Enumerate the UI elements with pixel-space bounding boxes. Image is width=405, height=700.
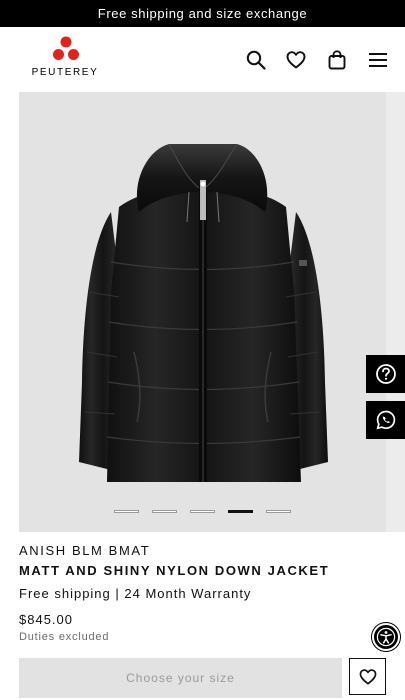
gallery-dot[interactable]	[266, 510, 291, 513]
duties-note: Duties excluded	[19, 631, 110, 643]
gallery-dot[interactable]	[190, 510, 215, 513]
gallery-dot[interactable]	[152, 510, 177, 513]
help-button[interactable]	[366, 355, 405, 393]
logo-text: PEUTEREY	[31, 67, 99, 78]
gallery-dot-active[interactable]	[228, 510, 253, 513]
whatsapp-icon	[375, 410, 395, 430]
search-icon[interactable]	[245, 49, 267, 71]
product-image-jacket	[79, 143, 328, 482]
heart-icon[interactable]	[285, 49, 307, 71]
product-price: $845.00	[19, 612, 73, 627]
logo-mark-icon	[53, 36, 79, 60]
gallery-dot[interactable]	[114, 510, 139, 513]
logo[interactable]: PEUTEREY	[18, 36, 112, 78]
site-header: PEUTEREY	[0, 27, 405, 92]
heart-icon	[359, 668, 376, 685]
product-name: MATT AND SHINY NYLON DOWN JACKET	[19, 563, 330, 578]
help-icon	[375, 364, 396, 384]
promo-text: Free shipping and size exchange	[97, 6, 308, 21]
product-image-gallery[interactable]	[19, 92, 386, 532]
accessibility-button[interactable]	[372, 623, 400, 651]
promo-bar: Free shipping and size exchange	[0, 0, 405, 27]
shipping-info: Free shipping | 24 Month Warranty	[19, 586, 252, 601]
accessibility-icon	[376, 627, 396, 647]
whatsapp-button[interactable]	[366, 401, 405, 439]
choose-size-button[interactable]: Choose your size	[19, 658, 342, 698]
product-brand-line: ANISH BLM BMAT	[19, 543, 151, 558]
next-image-peek[interactable]	[386, 92, 405, 532]
gallery-pagination	[19, 510, 386, 513]
shopping-bag-icon[interactable]	[326, 49, 348, 71]
menu-icon[interactable]	[367, 49, 389, 71]
add-to-wishlist-button[interactable]	[349, 658, 386, 695]
